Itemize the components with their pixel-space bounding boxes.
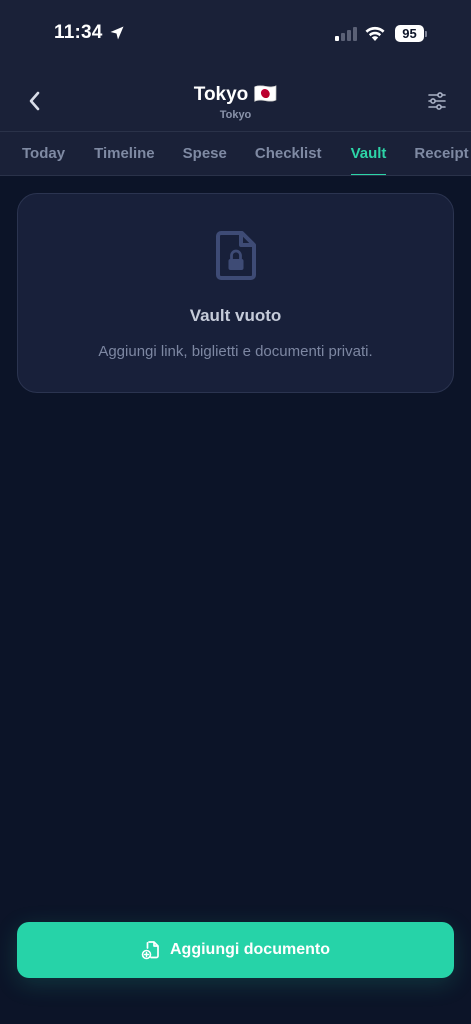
status-time: 11:34 <box>54 22 125 44</box>
settings-button[interactable] <box>425 89 449 113</box>
status-bar: 11:34 95 <box>0 0 471 70</box>
tab-spese[interactable]: Spese <box>183 132 227 176</box>
sliders-icon <box>428 92 446 110</box>
app-header: Tokyo 🇯🇵 Tokyo <box>0 70 471 132</box>
location-arrow-icon <box>110 26 124 40</box>
tab-vault[interactable]: Vault <box>350 132 386 176</box>
time-text: 11:34 <box>54 22 103 43</box>
tab-bar: Today Timeline Spese Checklist Vault Rec… <box>0 132 471 176</box>
tab-receipt[interactable]: Receipt <box>414 132 468 176</box>
add-document-icon <box>141 941 159 960</box>
wifi-icon <box>365 26 385 41</box>
empty-state-title: Vault vuoto <box>189 306 282 325</box>
add-document-button[interactable]: Aggiungi documento <box>17 922 454 978</box>
page-title: Tokyo 🇯🇵 <box>193 84 278 105</box>
tab-checklist[interactable]: Checklist <box>255 132 322 176</box>
vault-empty-state: Vault vuoto Aggiungi link, biglietti e d… <box>17 193 454 393</box>
empty-state-description: Aggiungi link, biglietti e documenti pri… <box>98 343 373 360</box>
locked-document-icon <box>216 231 256 280</box>
page-subtitle: Tokyo <box>219 109 252 121</box>
add-document-label: Aggiungi documento <box>170 941 330 958</box>
tab-today[interactable]: Today <box>22 132 65 176</box>
battery-level: 95 <box>395 25 424 42</box>
cellular-signal-icon <box>335 27 357 41</box>
tab-timeline[interactable]: Timeline <box>94 132 155 176</box>
battery-icon: 95 <box>395 25 427 42</box>
tabs-divider <box>0 175 471 176</box>
page-title-block: Tokyo 🇯🇵 Tokyo <box>0 82 471 121</box>
